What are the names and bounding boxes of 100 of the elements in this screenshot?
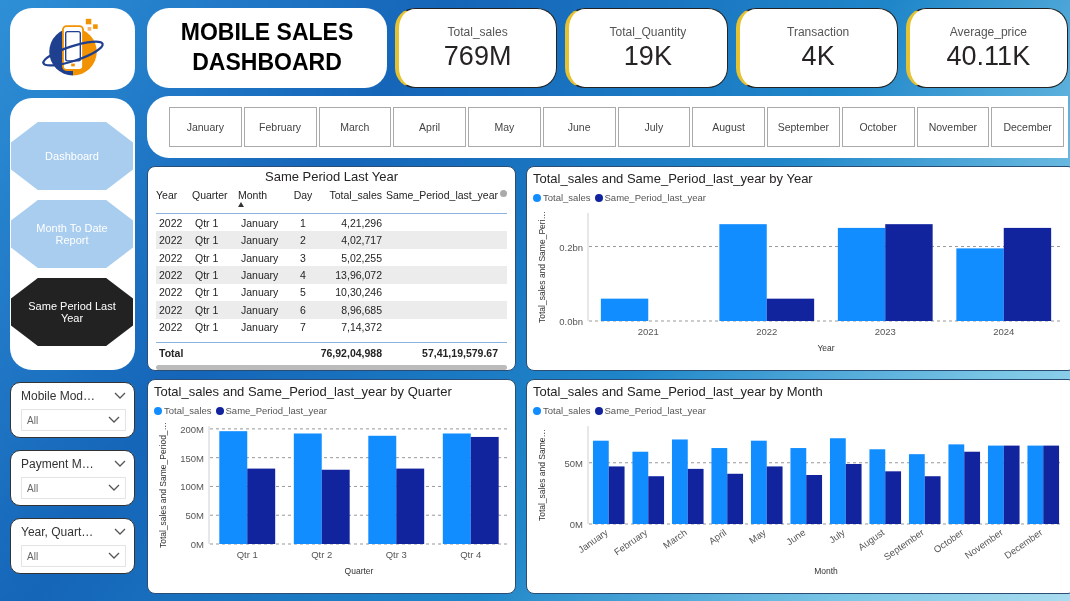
kpi-value: 4K [801, 40, 835, 72]
legend-label: Same_Period_last_year [604, 405, 706, 416]
x-tick-label: June [784, 526, 808, 548]
month-tile[interactable]: January [169, 107, 242, 147]
legend-label: Total_sales [543, 192, 591, 203]
chevron-down-icon[interactable] [114, 392, 126, 400]
table-cell: Qtr 1 [195, 286, 219, 299]
month-tile[interactable]: August [692, 107, 765, 147]
legend-label: Same_Period_last_year [225, 405, 327, 416]
column-header[interactable]: Day [293, 189, 313, 201]
chart-title: Total_sales and Same_Period_last_year by Quarter [154, 384, 453, 399]
x-tick-label: April [706, 526, 729, 547]
x-tick-label: Qtr 3 [385, 549, 407, 560]
y-axis-title: Total_sales and Same_Period_… [158, 421, 168, 549]
table-cell: 10,30,246 [335, 286, 382, 299]
dropdown[interactable]: All [21, 409, 126, 431]
column-header[interactable]: Total_sales [329, 189, 382, 201]
month-tile[interactable]: November [916, 107, 990, 147]
month-tile[interactable]: March [318, 107, 392, 147]
y-axis-title: Total_sales and Same_Peri… [537, 211, 547, 323]
column-header[interactable]: Month [238, 189, 268, 201]
chevron-down-icon[interactable] [114, 528, 126, 536]
slicer-title: Payment M… [21, 457, 94, 471]
dropdown[interactable]: All [21, 477, 126, 499]
x-tick-label: 2023 [874, 326, 896, 337]
legend-label: Same_Period_last_year [604, 192, 706, 203]
bar [600, 298, 649, 321]
table-cell: 2022 [159, 269, 183, 281]
month-tile[interactable]: September [767, 107, 840, 147]
table-cell: 5 [300, 286, 306, 299]
month-tile[interactable]: June [542, 107, 616, 147]
table-cell: 1 [300, 216, 306, 229]
dashboard-title: MOBILE SALES DASHBOARD [179, 18, 355, 77]
table-cell: 2 [300, 234, 306, 247]
y-tick-label: 50M [185, 510, 204, 522]
table-cell: Qtr 1 [195, 251, 219, 264]
chevron-down-icon[interactable] [114, 460, 126, 468]
y-tick-label: 200M [180, 423, 204, 435]
total-cell: 76,92,04,988 [320, 347, 382, 360]
x-axis-title: Month [814, 566, 838, 576]
month-tile[interactable]: February [243, 107, 317, 147]
x-tick-label: Qtr 4 [460, 549, 482, 560]
y-tick-label: 0M [190, 539, 204, 550]
table-cell: 4,21,296 [341, 216, 382, 229]
table-cell: 2022 [159, 216, 183, 229]
x-axis-title: Year [817, 343, 835, 353]
month-tile[interactable]: April [393, 107, 466, 147]
table-cell: January [241, 251, 279, 264]
total-cell: 57,41,19,579.67 [422, 347, 498, 360]
table-cell: Qtr 1 [195, 234, 219, 247]
y-tick-label: 0.2bn [559, 241, 583, 253]
nav-button[interactable]: Same Period Last Year [11, 278, 133, 346]
table-cell: January [241, 286, 279, 299]
column-header[interactable]: Year [156, 189, 178, 201]
column-header[interactable]: Same_Period_last_year [385, 189, 498, 201]
y-tick-label: 150M [180, 452, 204, 464]
table-cell: 5,02,255 [341, 251, 382, 264]
kpi-value: 40.11K [946, 40, 1031, 72]
table-cell: 2022 [159, 321, 183, 334]
month-tile[interactable]: May [468, 107, 541, 147]
table-cell: January [241, 216, 279, 229]
month-tile[interactable]: July [617, 107, 691, 147]
legend-label: Total_sales [543, 405, 591, 416]
x-tick-label: Qtr 1 [236, 549, 258, 560]
x-tick-label: May [746, 526, 768, 546]
table-cell: 6 [300, 303, 306, 316]
bar [885, 471, 902, 524]
table-cell: 2022 [159, 303, 183, 316]
chevron-down-icon [108, 484, 120, 492]
total-label: Total [159, 347, 184, 360]
chevron-down-icon [108, 416, 120, 424]
x-tick-label: July [826, 526, 847, 546]
table-cell: 7,14,372 [341, 321, 382, 334]
kpi-label: Average_price [949, 24, 1027, 39]
table-cell: January [241, 234, 279, 247]
kpi-value: 769M [443, 40, 512, 72]
month-tile[interactable]: December [991, 107, 1064, 147]
table-cell: 13,96,072 [335, 269, 382, 281]
scrollbar[interactable] [156, 365, 507, 370]
table-cell: 2022 [159, 234, 183, 247]
dot-icon[interactable] [500, 190, 507, 197]
dropdown[interactable]: All [21, 545, 126, 567]
y-tick-label: 0M [569, 519, 583, 530]
y-tick-label: 100M [180, 481, 204, 493]
table-cell: Qtr 1 [195, 303, 219, 316]
month-tile[interactable]: October [841, 107, 915, 147]
chart-title: Total_sales and Same_Period_last_year by Year [533, 171, 814, 186]
table-cell: 4 [300, 269, 306, 281]
y-tick-label: 50M [564, 457, 583, 469]
column-header[interactable]: Quarter [192, 189, 228, 201]
table-cell: Qtr 1 [195, 216, 219, 229]
kpi-value: 19K [623, 40, 672, 72]
x-tick-label: 2022 [756, 326, 778, 337]
chevron-down-icon [108, 552, 120, 560]
x-axis-title: Quarter [344, 566, 374, 576]
y-axis-title: Total_sales and Same… [537, 428, 547, 522]
table-cell: 8,96,685 [341, 303, 382, 316]
slicer-title: Mobile Mod… [21, 389, 96, 403]
y-tick-label: 0.0bn [559, 316, 583, 327]
x-tick-label: 2021 [637, 326, 659, 337]
